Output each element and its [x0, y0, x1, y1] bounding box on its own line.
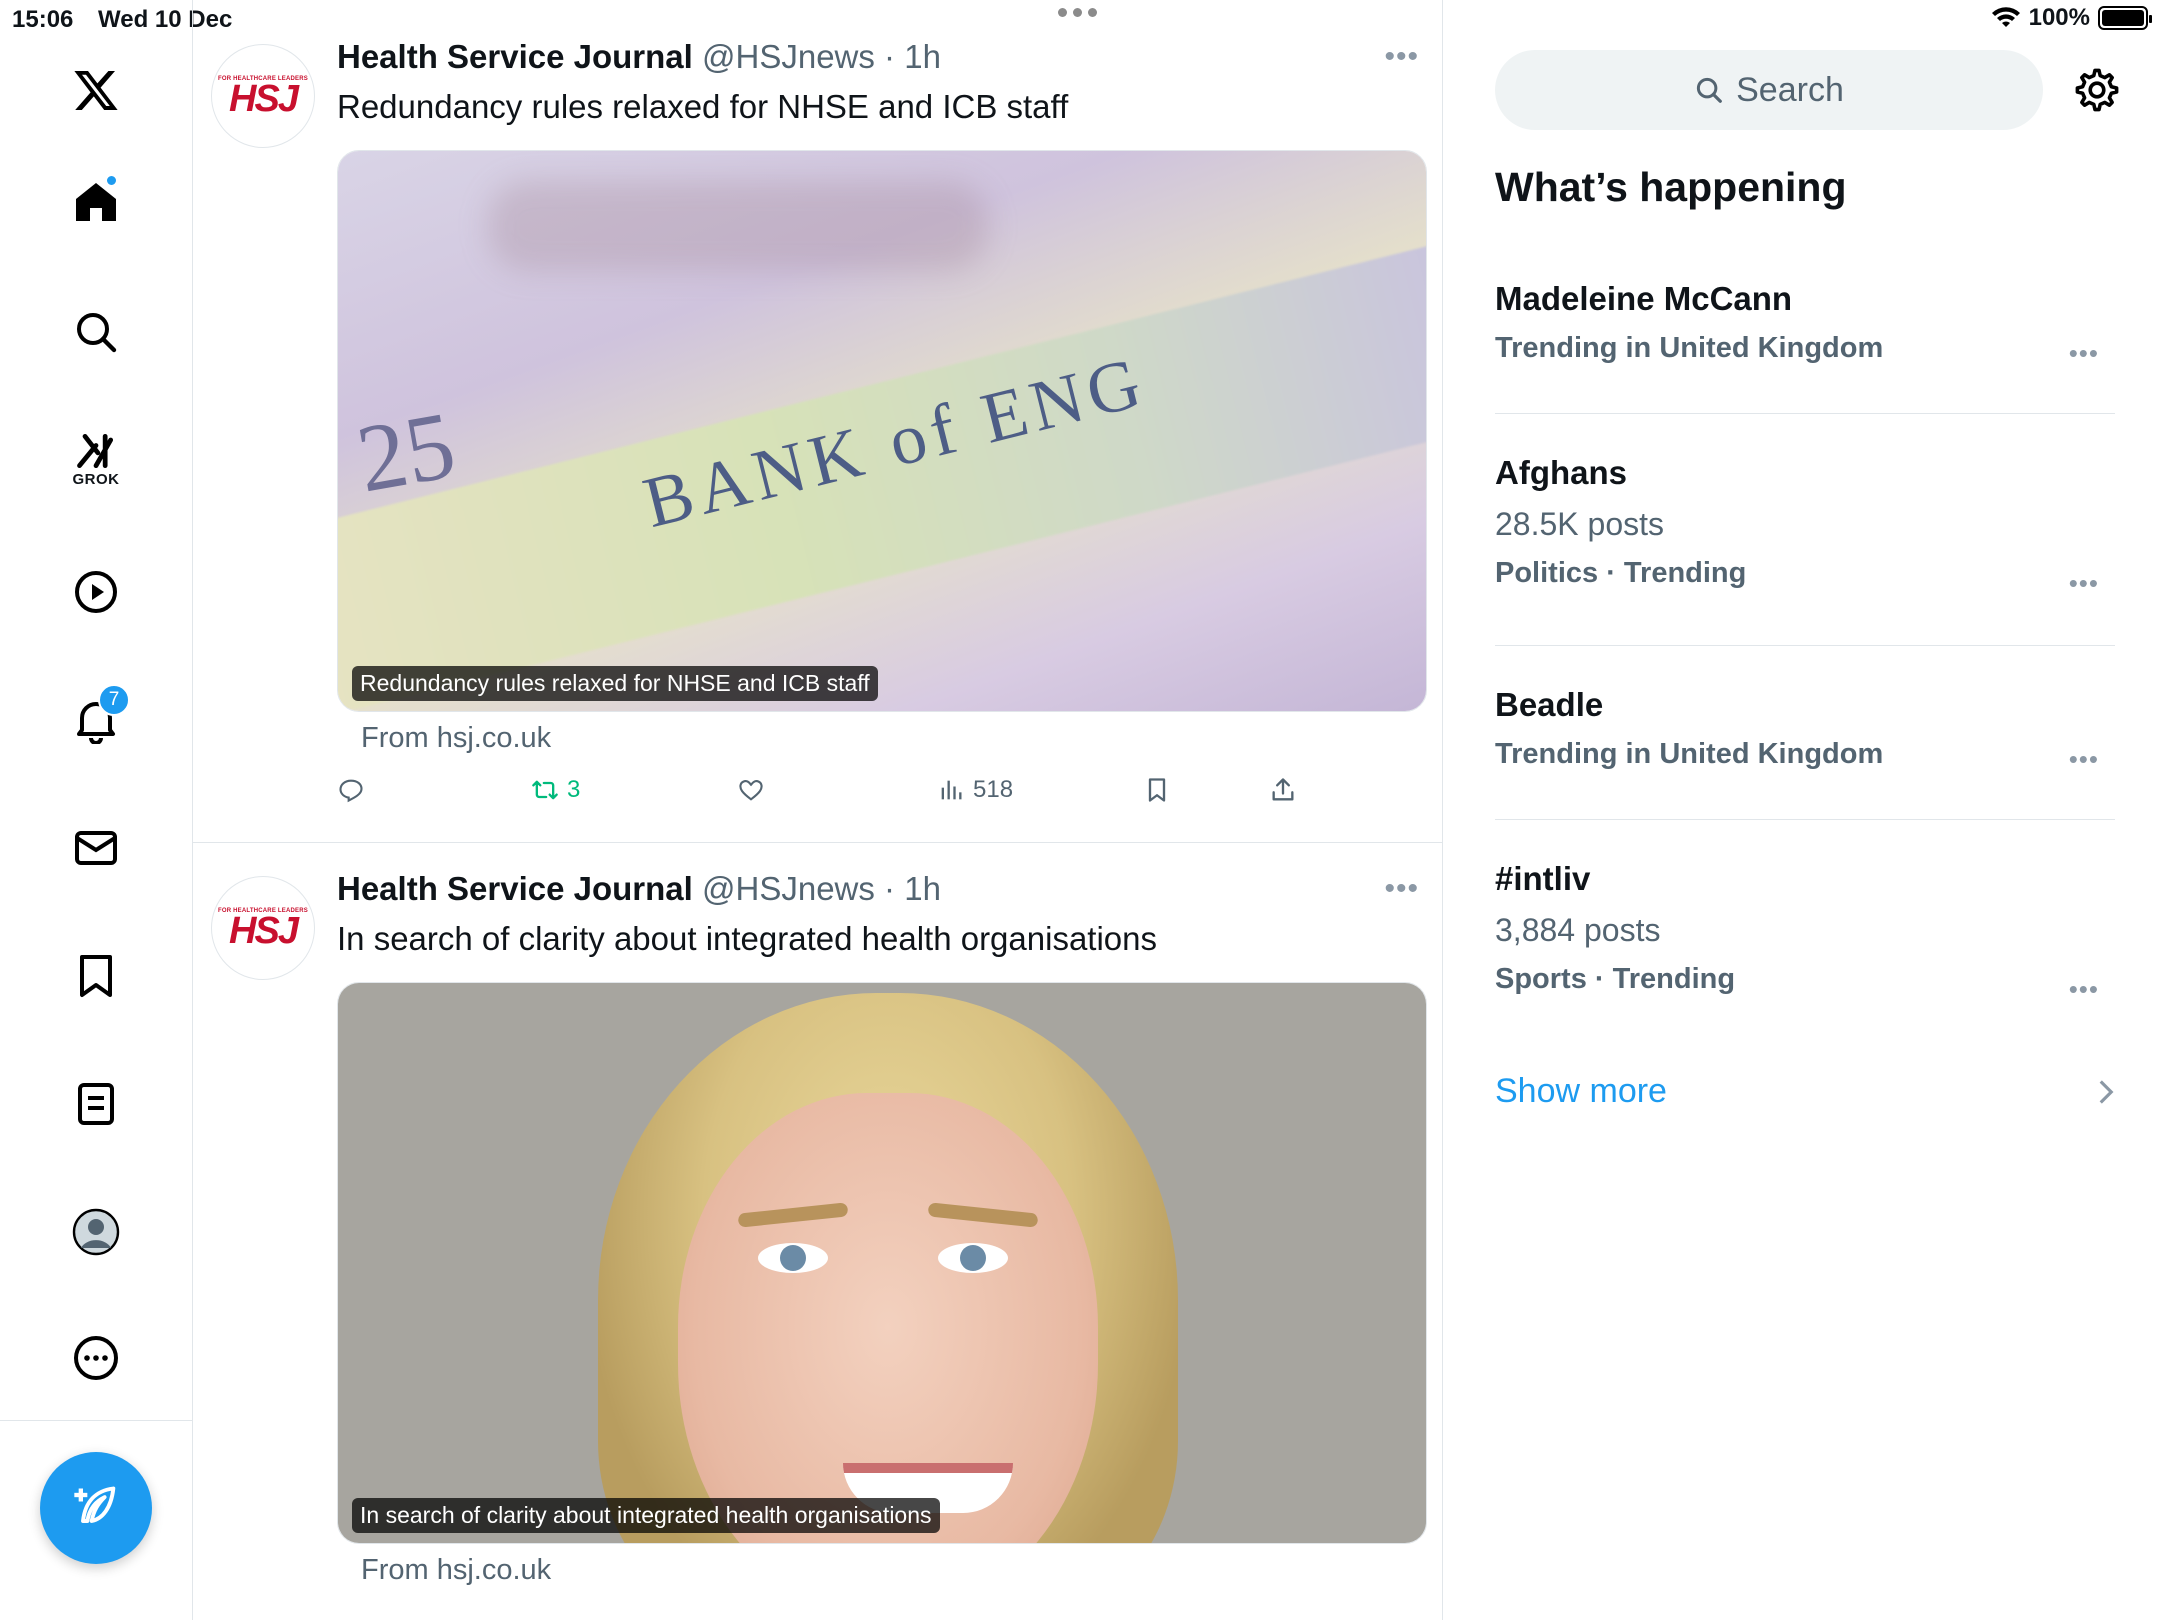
- trend-item[interactable]: #intliv 3,884 posts Sports · Trending ••…: [1495, 860, 2115, 1004]
- show-more-link[interactable]: Show more: [1495, 1072, 1667, 1111]
- avatar[interactable]: FOR HEALTHCARE LEADERS HSJ: [211, 44, 315, 148]
- trend-name: Afghans: [1495, 454, 1627, 491]
- nav-divider: [0, 1420, 193, 1421]
- trend-more-icon[interactable]: •••: [2069, 568, 2099, 599]
- retweet-count: 3: [567, 776, 581, 803]
- timeline-feed: FOR HEALTHCARE LEADERS HSJ Health Servic…: [193, 0, 1443, 1620]
- avatar[interactable]: FOR HEALTHCARE LEADERS HSJ: [211, 876, 315, 980]
- right-sidebar: Search What’s happening Madeleine McCann…: [1443, 0, 2160, 1620]
- tweet-actions: 3 518: [337, 776, 1337, 816]
- trend-name: #intliv: [1495, 860, 1591, 897]
- notification-badge: 7: [98, 684, 130, 716]
- tweet-meta-separator: ·: [874, 38, 905, 75]
- trend-item[interactable]: Beadle Trending in United Kingdom •••: [1495, 686, 2115, 774]
- list-icon: [78, 1083, 114, 1125]
- play-icon: [75, 571, 117, 613]
- compose-icon: [74, 1486, 116, 1523]
- trend-more-icon[interactable]: •••: [2069, 338, 2099, 369]
- nav-grok[interactable]: GROK: [56, 418, 136, 498]
- nav-explore[interactable]: [56, 292, 136, 372]
- views-button[interactable]: 518: [937, 776, 1013, 804]
- trend-divider: [1495, 413, 2115, 414]
- nav-messages[interactable]: [56, 808, 136, 888]
- tweet-text: In search of clarity about integrated he…: [337, 920, 1158, 957]
- tweet-handle[interactable]: @HSJnews: [702, 38, 875, 75]
- retweet-icon: [532, 780, 558, 800]
- tweet-header: Health Service Journal @HSJnews · 1h: [337, 870, 941, 908]
- whats-happening-title: What’s happening: [1495, 164, 1847, 210]
- trend-divider: [1495, 645, 2115, 646]
- nav-notifications[interactable]: 7: [56, 680, 136, 760]
- trend-divider: [1495, 819, 2115, 820]
- nav-home[interactable]: [56, 162, 136, 242]
- trend-meta: Politics · Trending: [1495, 557, 1747, 589]
- nav-lists[interactable]: [56, 1064, 136, 1144]
- tweet-time[interactable]: 1h: [904, 38, 941, 75]
- left-navigation: GROK 7: [0, 0, 193, 1620]
- search-icon: [77, 313, 117, 353]
- heart-icon: [739, 780, 763, 801]
- bookmark-button[interactable]: [1143, 776, 1171, 804]
- link-card-image[interactable]: In search of clarity about integrated he…: [337, 982, 1427, 1544]
- bookmark-icon: [1148, 778, 1166, 802]
- nav-more[interactable]: [56, 1318, 136, 1398]
- chevron-right-icon[interactable]: [2095, 1078, 2117, 1106]
- trend-name: Beadle: [1495, 686, 1604, 723]
- trend-meta: Sports · Trending: [1495, 963, 1736, 995]
- trend-posts: 3,884 posts: [1495, 912, 1661, 948]
- search-placeholder: Search: [1736, 70, 1844, 109]
- trend-more-icon[interactable]: •••: [2069, 744, 2099, 775]
- trend-meta: Trending in United Kingdom: [1495, 332, 1884, 364]
- tweet-author[interactable]: Health Service Journal: [337, 38, 693, 75]
- trend-item[interactable]: Afghans 28.5K posts Politics · Trending …: [1495, 454, 2115, 598]
- nav-bookmarks[interactable]: [56, 936, 136, 1016]
- search-input[interactable]: Search: [1495, 50, 2043, 130]
- more-icon: [74, 1336, 118, 1380]
- card-source[interactable]: From hsj.co.uk: [361, 1554, 551, 1587]
- banknote-number: 25: [349, 390, 463, 513]
- trend-item[interactable]: Madeleine McCann Trending in United King…: [1495, 280, 2115, 368]
- tweet-author[interactable]: Health Service Journal: [337, 870, 693, 907]
- like-button[interactable]: [737, 776, 765, 804]
- trend-posts: 28.5K posts: [1495, 506, 1664, 542]
- card-source[interactable]: From hsj.co.uk: [361, 722, 551, 755]
- search-icon: [1697, 77, 1722, 103]
- trend-name: Madeleine McCann: [1495, 280, 1793, 317]
- link-card-image[interactable]: 25 BANK of ENG Redundancy rules relaxed …: [337, 150, 1427, 712]
- avatar-logo-text: HSJ: [229, 910, 299, 952]
- reply-icon: [339, 779, 363, 803]
- compose-button[interactable]: [40, 1452, 152, 1564]
- trend-more-icon[interactable]: •••: [2069, 974, 2099, 1005]
- card-caption: Redundancy rules relaxed for NHSE and IC…: [352, 666, 878, 701]
- trend-meta: Trending in United Kingdom: [1495, 738, 1884, 770]
- tweet-meta-separator: ·: [874, 870, 905, 907]
- reply-button[interactable]: [337, 776, 365, 804]
- tweet-time[interactable]: 1h: [904, 870, 941, 907]
- x-logo-icon[interactable]: [56, 50, 136, 130]
- profile-icon: [72, 1208, 120, 1256]
- tweet-handle[interactable]: @HSJnews: [702, 870, 875, 907]
- home-unread-dot: [105, 174, 118, 187]
- share-button[interactable]: [1269, 776, 1297, 804]
- nav-profile[interactable]: [56, 1192, 136, 1272]
- share-icon: [1272, 778, 1294, 801]
- tweet-divider: [193, 842, 1442, 843]
- tweet-more-icon[interactable]: •••: [1384, 40, 1419, 74]
- avatar-logo-text: HSJ: [229, 78, 299, 120]
- bookmark-icon: [80, 955, 112, 997]
- mail-icon: [75, 831, 117, 865]
- retweet-button[interactable]: 3: [531, 776, 580, 804]
- gear-icon[interactable]: [2073, 66, 2121, 114]
- grok-icon: [77, 433, 114, 468]
- grok-label: GROK: [72, 470, 120, 488]
- nav-video[interactable]: [56, 552, 136, 632]
- views-count: 518: [973, 776, 1014, 803]
- card-caption: In search of clarity about integrated he…: [352, 1498, 940, 1533]
- tweet-more-icon[interactable]: •••: [1384, 872, 1419, 906]
- views-icon: [941, 780, 962, 800]
- tweet-text: Redundancy rules relaxed for NHSE and IC…: [337, 88, 1069, 125]
- tweet-header: Health Service Journal @HSJnews · 1h: [337, 38, 941, 76]
